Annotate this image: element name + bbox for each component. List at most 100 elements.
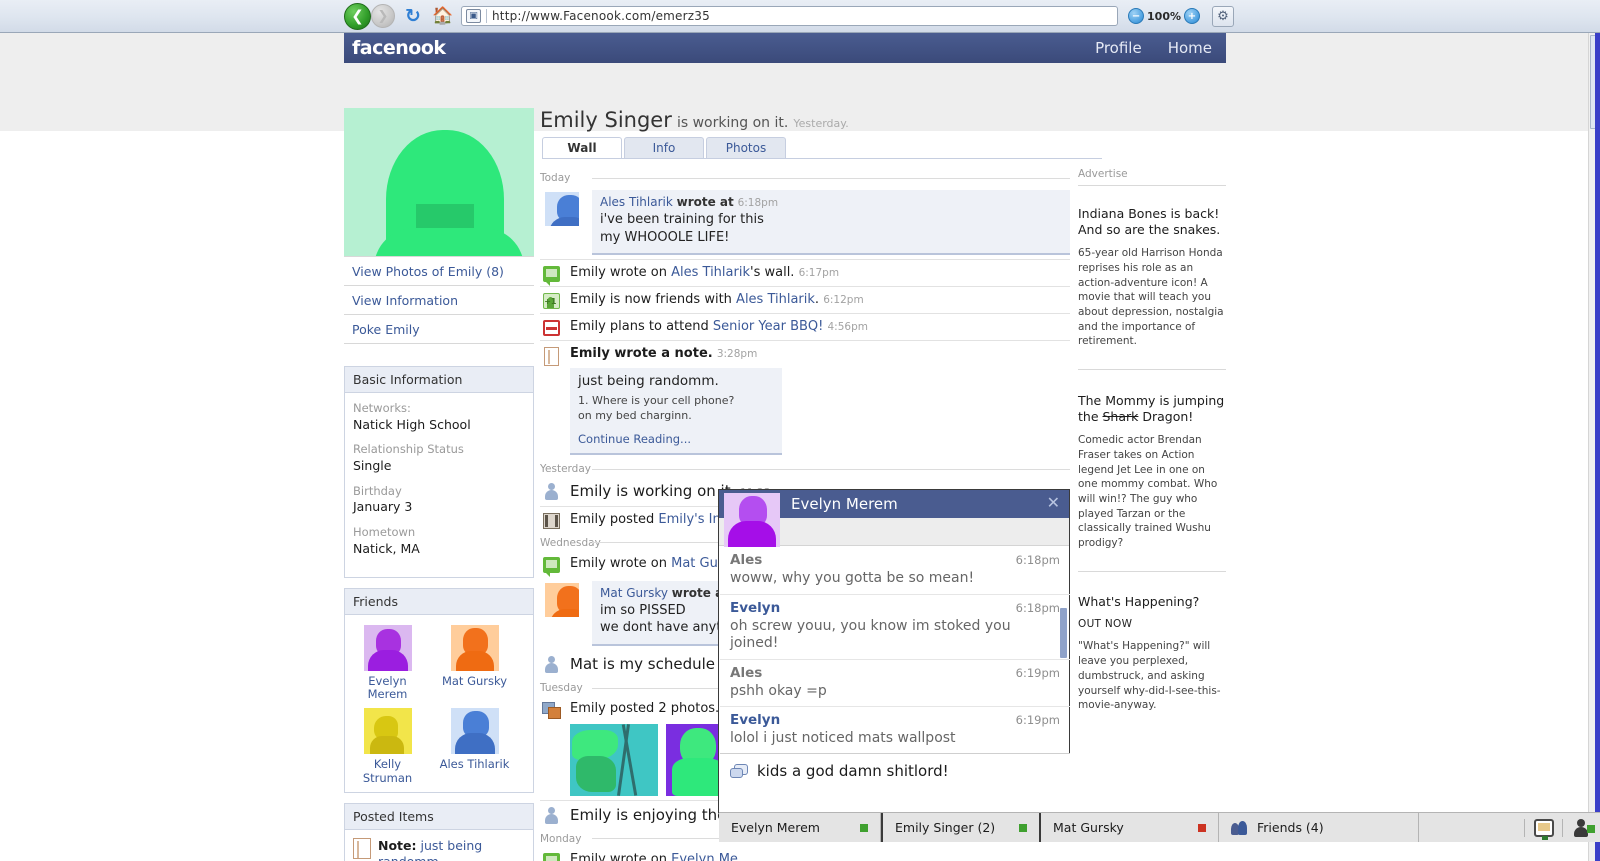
ad-title-line2: And so are the snakes.	[1078, 221, 1221, 237]
tab-underline	[542, 158, 1102, 159]
home-icon[interactable]: 🏠	[431, 4, 455, 28]
basic-information-header: Basic Information	[345, 367, 533, 393]
zoom-out-icon[interactable]: −	[1128, 8, 1145, 24]
link-poke-emily[interactable]: Poke Emily	[344, 315, 534, 344]
forward-arrow-icon[interactable]: ❯	[371, 4, 395, 28]
post-text-pre: Emily wrote on	[570, 851, 672, 861]
day-label: Tuesday	[540, 682, 583, 695]
post-author-link[interactable]: Mat Gursky	[600, 586, 668, 600]
link-view-information[interactable]: View Information	[344, 286, 534, 315]
nav-profile[interactable]: Profile	[1095, 39, 1142, 57]
friend-mat-gursky[interactable]: Mat Gursky	[438, 624, 511, 703]
photos-icon	[541, 702, 561, 720]
post-link[interactable]: Ales Tihlarik	[736, 292, 815, 307]
chat-message-text: woww, why you gotta be so mean!	[730, 570, 975, 586]
friends-box: Friends Evelyn Merem Mat Gursky Kelly St…	[344, 587, 534, 793]
left-sidebar: View Photos of Emily (8) View Informatio…	[344, 108, 534, 861]
feed-post-wallpost-ales: Ales Tihlarik wrote at 6:18pm i've been …	[540, 186, 1070, 259]
avatar	[450, 708, 499, 755]
friend-kelly-struman[interactable]: Kelly Struman	[351, 708, 424, 786]
close-icon[interactable]: ✕	[1047, 495, 1060, 511]
chat-input-row[interactable]: kids a god damn shitlord!	[720, 753, 1070, 813]
post-link[interactable]: Evelyn Me	[671, 852, 738, 861]
zoom-level: 100%	[1147, 9, 1181, 23]
field-networks: Networks: Natick High School	[353, 401, 525, 433]
photo-thumbnail[interactable]	[570, 723, 658, 796]
back-arrow-icon[interactable]: ❮	[344, 2, 371, 30]
feed-post-wrote-note: Emily wrote a note. 3:28pm just being ra…	[540, 341, 1070, 459]
ad-body: 65-year old Harrison Honda reprises his …	[1078, 247, 1224, 348]
post-link[interactable]: Ales Tihlarik	[671, 265, 750, 280]
window-right-accent	[1595, 33, 1600, 861]
monitor-icon[interactable]	[1524, 818, 1562, 840]
advertise-header[interactable]: Advertise	[1078, 168, 1226, 186]
avatar[interactable]	[545, 192, 579, 226]
taskbar-item-emily-singer[interactable]: Emily Singer (2)	[881, 813, 1041, 842]
wall-icon	[542, 266, 560, 287]
site-logo[interactable]: facenook	[352, 37, 446, 59]
ad-the-mommy[interactable]: The Mommy is jumping the Shark Dragon! C…	[1078, 370, 1226, 571]
zoom-controls[interactable]: − 100% +	[1128, 8, 1200, 24]
facenook-page: facenook Profile Home Emily Singer is wo…	[344, 33, 1226, 861]
chat-message-text: pshh okay =p	[730, 682, 827, 699]
field-birthday-value: January 3	[353, 499, 413, 515]
chat-window: Evelyn Merem ✕ Ales 6:18pm woww, why you…	[718, 489, 1070, 813]
advertise-sidebar: Advertise Indiana Bones is back! And so …	[1078, 168, 1226, 733]
post-link[interactable]: Senior Year BBQ!	[713, 319, 823, 334]
post-text: Emily is enjoying the	[570, 805, 727, 824]
zoom-in-icon[interactable]: +	[1184, 8, 1200, 24]
chat-message-time: 6:18pm	[1015, 600, 1060, 615]
tab-wall[interactable]: Wall	[542, 137, 622, 158]
chat-message: Ales 6:18pm woww, why you gotta be so me…	[720, 547, 1070, 595]
reload-icon[interactable]: ↻	[401, 4, 425, 28]
page-title: Emily Singer	[540, 108, 672, 132]
posted-items-header: Posted Items	[345, 803, 533, 830]
taskbar-item-mat-gursky[interactable]: Mat Gursky	[1041, 813, 1219, 842]
post-text-line2: my WHOOOLE LIFE!	[600, 229, 730, 245]
day-label: Monday	[540, 832, 582, 845]
ad-whats-happening[interactable]: What's Happening? OUT NOW "What's Happen…	[1078, 572, 1226, 733]
chat-scrollbar-thumb[interactable]	[1060, 608, 1067, 658]
address-bar[interactable]: ▣ http://www.Facenook.com/emerz35	[461, 6, 1119, 26]
avatar	[363, 624, 412, 671]
profile-status: is working on it.	[676, 115, 789, 131]
gear-icon[interactable]: ⚙	[1212, 5, 1234, 27]
friend-evelyn-merem[interactable]: Evelyn Merem	[351, 624, 424, 703]
feed-post-last: Emily wrote on Evelyn Me	[540, 847, 1070, 861]
chat-input[interactable]: kids a god damn shitlord!	[757, 762, 949, 780]
field-relationship: Relationship Status Single	[353, 442, 525, 474]
post-time: 4:56pm	[827, 321, 868, 334]
chat-message-time: 6:19pm	[1015, 665, 1060, 680]
note-icon	[353, 837, 371, 859]
nav-home[interactable]: Home	[1168, 39, 1212, 57]
ad-indiana-bones[interactable]: Indiana Bones is back! And so are the sn…	[1078, 186, 1226, 369]
friends-icon	[1231, 820, 1247, 835]
list-item[interactable]: Note: just being randomm. 3:28pm Aug 29t…	[345, 830, 533, 861]
chat-message-author: Evelyn	[730, 712, 781, 728]
friend-ales-tihlarik[interactable]: Ales Tihlarik	[438, 708, 511, 786]
note-title: just being randomm.	[578, 372, 719, 389]
feed-post-plans-attend: Emily plans to attend Senior Year BBQ! 4…	[540, 314, 1070, 340]
field-birthday: Birthday January 3	[353, 484, 525, 516]
user-status-icon[interactable]	[1562, 818, 1600, 837]
page-icon: ▣	[466, 9, 481, 23]
note-line2: on my bed charginn.	[578, 409, 692, 423]
chat-message-list[interactable]: Ales 6:18pm woww, why you gotta be so me…	[720, 547, 1070, 753]
event-icon	[542, 320, 560, 337]
avatar[interactable]	[545, 582, 579, 617]
tab-photos[interactable]: Photos	[706, 137, 786, 158]
film-icon	[542, 512, 560, 529]
tab-info[interactable]: Info	[624, 137, 704, 158]
friend-name: Evelyn Merem	[367, 673, 408, 702]
continue-reading-link[interactable]: Continue Reading...	[578, 432, 774, 446]
post-author-link[interactable]: Ales Tihlarik	[600, 195, 673, 209]
post-time: 3:28pm	[716, 348, 758, 361]
taskbar-item-friends[interactable]: Friends (4)	[1219, 813, 1419, 842]
avatar	[363, 708, 412, 755]
avatar[interactable]	[724, 493, 780, 547]
taskbar-item-evelyn-merem[interactable]: Evelyn Merem	[719, 813, 881, 842]
link-view-photos[interactable]: View Photos of Emily (8)	[344, 256, 534, 286]
profile-photo[interactable]	[344, 108, 534, 256]
posted-item-kind: Note:	[378, 837, 417, 853]
post-text: Emily posted 2 photos.	[570, 701, 720, 717]
